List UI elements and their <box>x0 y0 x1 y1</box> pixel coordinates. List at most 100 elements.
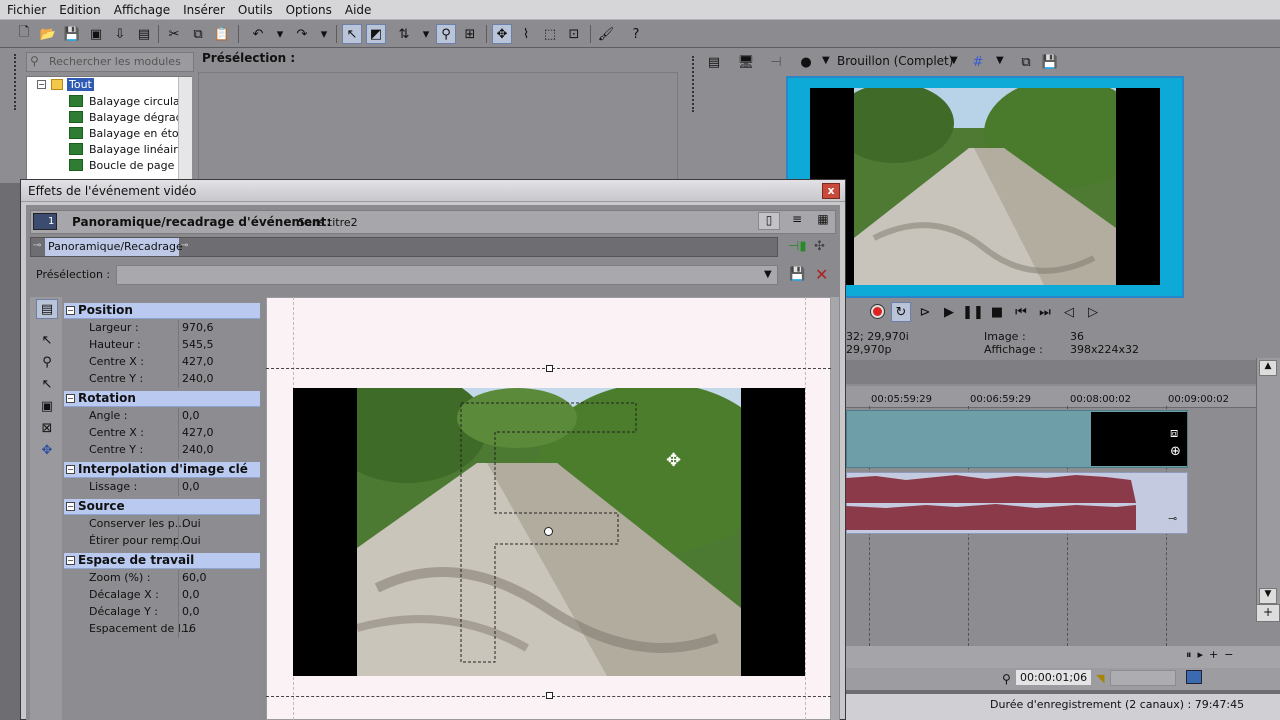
property-row[interactable]: Angle : 0,0 <box>64 408 260 425</box>
move-icon[interactable]: ↖ <box>36 374 58 394</box>
chevron-down-icon[interactable]: ▼ <box>764 269 772 280</box>
scroll-down-icon[interactable]: ▼ <box>1259 588 1277 604</box>
property-value[interactable]: 16 <box>182 622 196 635</box>
go-to-start-icon[interactable]: ⏮ <box>1011 302 1031 322</box>
normal-edit-icon[interactable]: ↖ <box>36 330 58 350</box>
save-as-icon[interactable]: ▣ <box>86 24 106 44</box>
preview-quality[interactable]: Brouillon (Complet) <box>837 54 953 68</box>
loop-region-icon[interactable]: ◥ <box>1096 672 1104 685</box>
render-icon[interactable]: ⇩ <box>110 24 130 44</box>
menu-affichage[interactable]: Affichage <box>107 0 176 17</box>
collapse-icon[interactable]: − <box>66 306 75 315</box>
property-row[interactable]: Zoom (%) : 60,0 <box>64 570 260 587</box>
undo-dropdown-icon[interactable]: ▾ <box>270 24 290 44</box>
ignore-grouping-icon[interactable]: ⊞ <box>460 24 480 44</box>
menu-outils[interactable]: Outils <box>231 0 279 17</box>
collapse-icon[interactable]: − <box>37 80 46 89</box>
view-grid-icon[interactable]: ▦ <box>812 212 834 230</box>
move-freely-icon[interactable]: ✥ <box>36 440 58 460</box>
property-value[interactable]: 545,5 <box>182 338 214 351</box>
redo-dropdown-icon[interactable]: ▾ <box>314 24 334 44</box>
play-icon[interactable]: ▶ <box>939 302 959 322</box>
workspace-scrollbar[interactable] <box>831 297 839 720</box>
tree-item[interactable]: Balayage en étoile <box>89 127 179 140</box>
tree-item[interactable]: Balayage linéaire <box>89 143 179 156</box>
property-row[interactable]: Centre Y : 240,0 <box>64 442 260 459</box>
property-value[interactable]: 0,0 <box>182 409 200 422</box>
help-icon[interactable]: ? <box>626 24 646 44</box>
audio-fx-icon[interactable]: ⊸ <box>1168 512 1177 525</box>
tree-scrollbar[interactable] <box>178 77 192 182</box>
redo-icon[interactable]: ↷ <box>292 24 312 44</box>
chevron-down-icon[interactable]: ▼ <box>822 55 830 66</box>
remove-plugin-icon[interactable]: ✣ <box>814 239 825 254</box>
menu-inserer[interactable]: Insérer <box>176 0 231 17</box>
paste-icon[interactable]: 📋 <box>212 24 232 44</box>
property-row[interactable]: Centre X : 427,0 <box>64 354 260 371</box>
undo-icon[interactable]: ↶ <box>248 24 268 44</box>
preset-list[interactable] <box>198 72 678 183</box>
delete-preset-icon[interactable]: ✕ <box>815 265 828 284</box>
split-screen-icon[interactable]: ⊣ <box>766 52 786 72</box>
view-list-icon[interactable]: ≡ <box>786 212 808 230</box>
menu-edition[interactable]: Edition <box>52 0 107 17</box>
lock-aspect-icon[interactable]: ⊠ <box>36 418 58 438</box>
marker-icon[interactable]: ⚲ <box>1002 672 1011 686</box>
property-row[interactable]: Hauteur : 545,5 <box>64 337 260 354</box>
resize-handle-top[interactable] <box>546 365 553 372</box>
property-section-header[interactable]: − Position <box>64 303 260 319</box>
chevron-down-icon[interactable]: ▼ <box>950 55 958 66</box>
auto-crossfade-icon[interactable]: ◩ <box>366 24 386 44</box>
tree-item[interactable]: Balayage dégradé <box>89 111 179 124</box>
preset-dropdown[interactable] <box>116 265 778 285</box>
tree-item[interactable]: Balayage circulaire <box>89 95 179 108</box>
property-value[interactable]: 427,0 <box>182 355 214 368</box>
property-row[interactable]: Conserver les p... Oui <box>64 516 260 533</box>
property-value[interactable]: 240,0 <box>182 372 214 385</box>
menu-fichier[interactable]: Fichier <box>0 0 52 17</box>
new-file-icon[interactable]: 🗋 <box>14 24 34 44</box>
property-row[interactable]: Décalage Y : 0,0 <box>64 604 260 621</box>
open-file-icon[interactable]: 📂 <box>38 24 58 44</box>
enable-snapping-icon[interactable]: ▣ <box>36 396 58 416</box>
properties-icon[interactable]: ▤ <box>134 24 154 44</box>
go-to-end-icon[interactable]: ⏭ <box>1035 302 1055 322</box>
add-plugin-icon[interactable]: ⊣▮ <box>788 239 806 254</box>
ripple-dropdown-icon[interactable]: ▾ <box>416 24 436 44</box>
plugin-chip[interactable]: Panoramique/Recadrage <box>45 238 183 256</box>
normal-edit-tool-icon[interactable]: ✥ <box>492 24 512 44</box>
lock-envelopes-icon[interactable]: ⚲ <box>436 24 456 44</box>
marker-bar[interactable] <box>846 360 1256 384</box>
timeline-zoom-controls[interactable]: ⏸▸+− <box>1186 648 1276 664</box>
selection-tool-icon[interactable]: ⬚ <box>540 24 560 44</box>
preview-mode-icon[interactable]: ● <box>796 52 816 72</box>
resize-handle-bottom[interactable] <box>546 692 553 699</box>
property-row[interactable]: Lissage : 0,0 <box>64 479 260 496</box>
scroll-up-icon[interactable]: ▲ <box>1259 360 1277 376</box>
cursor-time[interactable]: 00:00:01;06 <box>1016 670 1092 685</box>
loop-icon[interactable]: ↻ <box>891 302 911 322</box>
stop-icon[interactable]: ■ <box>987 302 1007 322</box>
property-value[interactable]: 240,0 <box>182 443 214 456</box>
panel-grip[interactable] <box>692 56 698 112</box>
zoom-tool-icon[interactable]: ⊡ <box>564 24 584 44</box>
cut-icon[interactable]: ✂ <box>164 24 184 44</box>
event-fx-icon[interactable]: ⊕ <box>1170 444 1181 459</box>
property-value[interactable]: Oui <box>182 534 201 547</box>
property-value[interactable]: Oui <box>182 517 201 530</box>
property-row[interactable]: Étirer pour remp... Oui <box>64 533 260 550</box>
tree-item[interactable]: Boucle de page sc <box>89 159 179 172</box>
brush-icon[interactable]: 🖌 <box>596 24 616 44</box>
property-value[interactable]: 0,0 <box>182 588 200 601</box>
property-section-header[interactable]: − Rotation <box>64 391 260 407</box>
property-value[interactable]: 970,6 <box>182 321 214 334</box>
previous-frame-icon[interactable]: ◁ <box>1059 302 1079 322</box>
thumbnail-mode-icon[interactable] <box>1186 670 1202 684</box>
menu-options[interactable]: Options <box>279 0 338 17</box>
property-value[interactable]: 60,0 <box>182 571 207 584</box>
save-snapshot-icon[interactable]: 💾 <box>1040 52 1060 72</box>
chevron-down-icon[interactable]: ▼ <box>996 55 1004 66</box>
timeline-vertical-scrollbar[interactable]: ▲ ▼ <box>1256 358 1280 608</box>
center-point-handle[interactable] <box>544 527 553 536</box>
property-section-header[interactable]: − Source <box>64 499 260 515</box>
